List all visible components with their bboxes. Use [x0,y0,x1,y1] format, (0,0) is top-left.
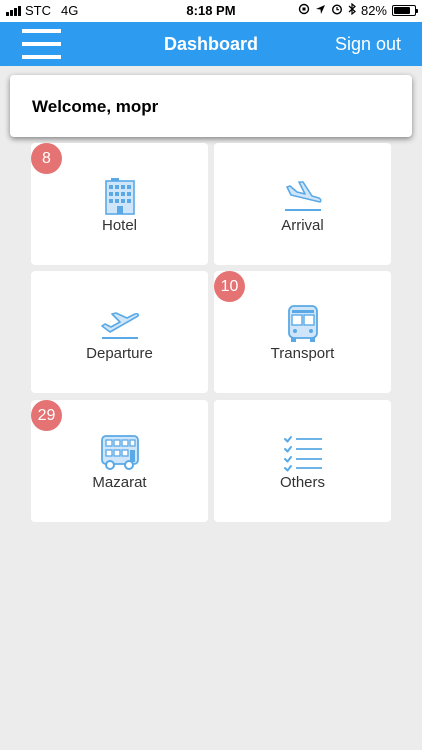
alarm-icon [331,3,343,18]
tile-label: Departure [86,345,153,362]
sign-out-button[interactable]: Sign out [335,34,401,55]
tile-hotel[interactable]: Hotel 8 [31,143,208,265]
tile-label: Hotel [101,217,138,234]
tile-mazarat[interactable]: Mazarat 29 [31,400,208,522]
welcome-text: Welcome, mopr [32,97,159,116]
plane-departure-icon [100,312,139,339]
checklist-icon [283,436,322,472]
tile-others[interactable]: Others [214,400,391,522]
tile-label: Transport [270,345,335,362]
tile-label: Arrival [281,217,324,234]
welcome-card: Welcome, mopr [10,75,412,137]
tile-label: Others [279,474,325,491]
tile-departure[interactable]: Departure [31,271,208,393]
navigation-bar: Dashboard Sign out [0,22,422,66]
plane-landing-icon [284,181,322,211]
status-bar: STC 4G 8:18 PM 82% [0,0,422,22]
notification-badge: 29 [31,400,62,431]
hotel-building-icon [104,178,135,215]
tile-arrival[interactable]: Arrival [214,143,391,265]
double-decker-bus-icon [100,435,139,470]
battery-icon [392,5,418,16]
rotation-lock-icon [298,3,310,18]
tile-transport[interactable]: Transport 10 [214,271,391,393]
location-arrow-icon [315,3,326,18]
battery-fill [394,7,411,14]
notification-badge: 10 [214,271,245,302]
battery-percent: 82% [360,3,387,18]
tile-label: Mazarat [92,474,147,491]
bus-icon [287,305,318,342]
bluetooth-icon [348,2,356,18]
notification-badge: 8 [31,143,62,174]
status-right: 82% [298,2,418,18]
